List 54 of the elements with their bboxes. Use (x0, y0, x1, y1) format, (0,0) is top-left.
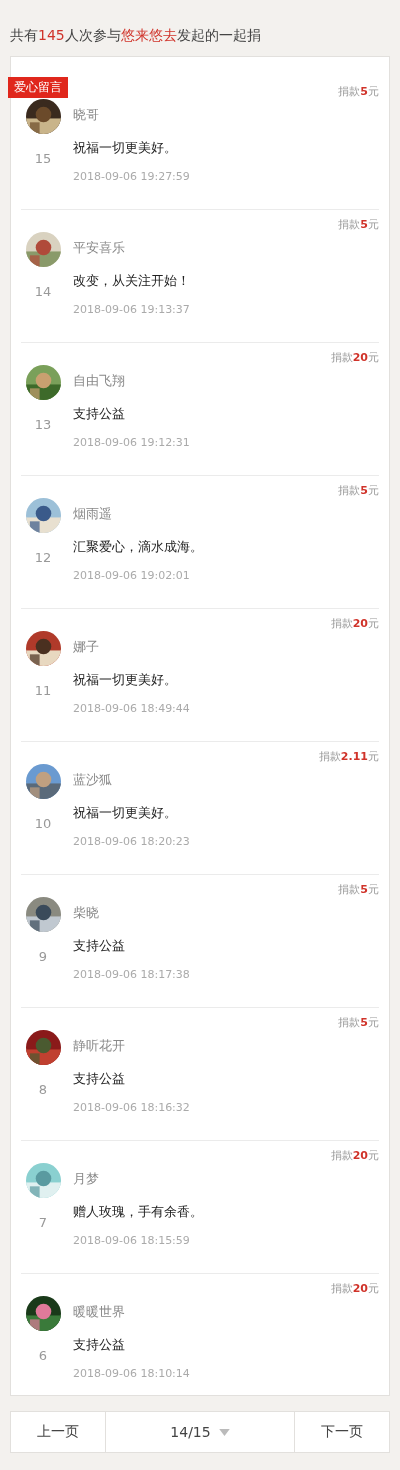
entry-number: 12 (34, 550, 52, 565)
donation-amount: 捐款5元 (338, 1016, 379, 1030)
message-text: 支持公益 (73, 1337, 126, 1353)
donation-amount: 捐款20元 (330, 351, 379, 365)
donation-amount: 捐款5元 (338, 883, 379, 897)
message-text: 汇聚爱心，滴水成海。 (73, 539, 204, 555)
donor-name: 暖暖世界 (73, 1304, 126, 1320)
entry-number: 10 (34, 816, 52, 831)
donation-amount: 捐款20元 (330, 1149, 379, 1163)
message-text: 支持公益 (73, 1071, 126, 1087)
timestamp: 2018-09-06 18:10:14 (73, 1367, 191, 1381)
message-text: 支持公益 (73, 406, 126, 422)
entry-number: 9 (38, 949, 48, 964)
timestamp: 2018-09-06 18:20:23 (73, 835, 191, 849)
entry-number: 14 (34, 284, 52, 299)
donor-name: 月梦 (73, 1171, 100, 1187)
section-tag: 爱心留言 (8, 77, 68, 98)
dropdown-icon (218, 1428, 230, 1436)
donation-amount: 捐款20元 (330, 1282, 379, 1296)
timestamp: 2018-09-06 18:15:59 (73, 1234, 191, 1248)
message-text: 赠人玫瑰，手有余香。 (73, 1204, 204, 1220)
donor-name: 晓哥 (73, 107, 100, 123)
donor-name: 静听花开 (73, 1038, 126, 1054)
donor-name: 自由飞翔 (73, 373, 126, 389)
timestamp: 2018-09-06 19:27:59 (73, 170, 191, 184)
donation-amount: 捐款5元 (338, 484, 379, 498)
entry-number: 15 (34, 151, 52, 166)
entry-number: 7 (38, 1215, 48, 1230)
timestamp: 2018-09-06 19:13:37 (73, 303, 191, 317)
entry-number: 13 (34, 417, 52, 432)
donor-name: 柴晓 (73, 905, 100, 921)
timestamp: 2018-09-06 18:49:44 (73, 702, 191, 716)
entry-number: 8 (38, 1082, 48, 1097)
donor-name: 娜子 (73, 639, 100, 655)
donation-amount: 捐款5元 (338, 85, 379, 99)
message-text: 祝福一切更美好。 (73, 805, 178, 821)
page-select[interactable]: 14/15 (105, 1412, 295, 1452)
donation-amount: 捐款20元 (330, 617, 379, 631)
donor-name: 蓝沙狐 (73, 772, 113, 788)
message-text: 祝福一切更美好。 (73, 140, 178, 156)
message-text: 改变，从关注开始！ (73, 273, 191, 289)
donation-amount: 捐款2.11元 (318, 750, 379, 764)
timestamp: 2018-09-06 18:16:32 (73, 1101, 191, 1115)
timestamp: 2018-09-06 19:02:01 (73, 569, 191, 583)
donation-amount: 捐款5元 (338, 218, 379, 232)
message-text: 祝福一切更美好。 (73, 672, 178, 688)
donor-name: 平安喜乐 (73, 240, 126, 256)
entry-number: 6 (38, 1348, 48, 1363)
timestamp: 2018-09-06 18:17:38 (73, 968, 191, 982)
summary-text: 共有145人次参与悠来悠去发起的一起捐 (9, 26, 262, 45)
timestamp: 2018-09-06 19:12:31 (73, 436, 191, 450)
message-text: 支持公益 (73, 938, 126, 954)
donor-name: 烟雨遥 (73, 506, 113, 522)
entry-number: 11 (34, 683, 52, 698)
